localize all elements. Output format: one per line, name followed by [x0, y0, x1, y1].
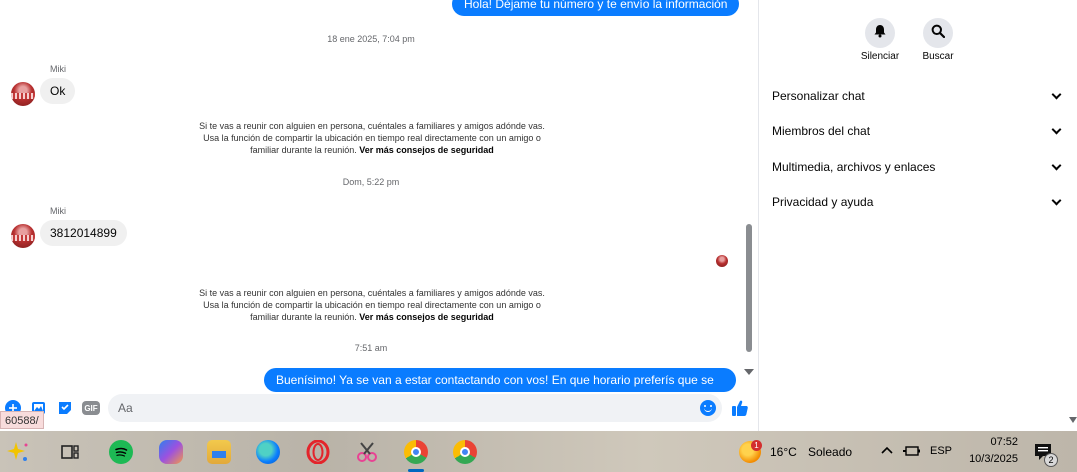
weather-description[interactable]: Soleado: [808, 445, 852, 459]
outgoing-message[interactable]: Buenísimo! Ya se van a estar contactando…: [264, 368, 736, 392]
opera-browser-icon[interactable]: [306, 440, 330, 464]
gif-icon[interactable]: GIF: [82, 401, 100, 415]
chat-scrollbar[interactable]: [742, 0, 756, 380]
chat-thread: Hola! Déjame tu número y te envío la inf…: [0, 0, 758, 431]
sender-name: Miki: [50, 64, 66, 74]
chevron-down-icon: [1051, 195, 1062, 205]
panel-scroll-down-arrow-icon[interactable]: [1069, 417, 1077, 423]
notification-count-badge: 2: [1044, 453, 1058, 467]
section-privacy-help[interactable]: Privacidad y ayuda: [772, 190, 1062, 214]
clock-date[interactable]: 10/3/2025: [958, 453, 1018, 465]
sticker-icon[interactable]: [57, 400, 73, 416]
scrollbar-thumb[interactable]: [746, 224, 752, 352]
language-indicator[interactable]: ESP: [930, 445, 952, 457]
incoming-message[interactable]: Ok: [40, 78, 76, 104]
search-label: Buscar: [922, 51, 954, 62]
clock-time[interactable]: 07:52: [968, 436, 1018, 448]
contact-avatar[interactable]: [11, 224, 35, 248]
message-timestamp: 7:51 am: [354, 343, 388, 353]
sender-name: Miki: [50, 206, 66, 216]
chevron-down-icon: [1051, 89, 1062, 99]
section-label: Personalizar chat: [772, 89, 865, 103]
weather-badge: 1: [751, 440, 762, 451]
snipping-tool-icon[interactable]: [355, 440, 379, 464]
outgoing-message[interactable]: Hola! Déjame tu número y te envío la inf…: [452, 0, 740, 16]
section-label: Privacidad y ayuda: [772, 195, 874, 209]
edge-browser-icon[interactable]: [256, 440, 280, 464]
chrome-profile-icon[interactable]: [404, 440, 428, 464]
section-customize-chat[interactable]: Personalizar chat: [772, 84, 1062, 108]
safety-tips-link[interactable]: Ver más consejos de seguridad: [359, 312, 494, 322]
message-timestamp: 18 ene 2025, 7:04 pm: [327, 34, 415, 44]
bell-icon: [873, 24, 887, 43]
section-label: Miembros del chat: [772, 124, 871, 138]
section-chat-members[interactable]: Miembros del chat: [772, 119, 1062, 143]
copilot-sparkle-icon[interactable]: [6, 440, 30, 464]
copilot-app-icon[interactable]: [159, 440, 183, 464]
section-label: Multimedia, archivos y enlaces: [772, 160, 936, 174]
message-composer: GIF: [0, 392, 758, 424]
emoji-icon[interactable]: [700, 400, 716, 416]
weather-temperature[interactable]: 16°C: [770, 445, 797, 459]
read-receipt-avatar: [716, 255, 728, 267]
file-explorer-icon[interactable]: [207, 440, 231, 464]
mute-label: Silenciar: [860, 51, 900, 62]
search-icon: [931, 24, 946, 43]
safety-notice: Si te vas a reunir con alguien en person…: [192, 120, 552, 156]
chevron-up-icon[interactable]: [879, 443, 895, 459]
thumbs-up-icon[interactable]: [731, 399, 749, 417]
message-input[interactable]: [108, 394, 722, 422]
safety-tips-link[interactable]: Ver más consejos de seguridad: [359, 145, 494, 155]
link-status-tooltip: 60588/: [0, 411, 44, 429]
task-view-icon[interactable]: [58, 440, 82, 464]
chevron-down-icon: [1051, 160, 1062, 170]
mute-button[interactable]: [865, 18, 895, 48]
battery-icon[interactable]: [903, 443, 921, 459]
windows-taskbar: 1 16°C Soleado ESP 07:52 10/3/2025 2: [0, 431, 1077, 472]
scroll-down-arrow-icon[interactable]: [744, 369, 754, 375]
chevron-down-icon: [1051, 124, 1062, 134]
incoming-message[interactable]: 3812014899: [40, 220, 127, 246]
section-media-files-links[interactable]: Multimedia, archivos y enlaces: [772, 155, 1062, 179]
search-button[interactable]: [923, 18, 953, 48]
safety-notice: Si te vas a reunir con alguien en person…: [192, 287, 552, 323]
spotify-icon[interactable]: [109, 440, 133, 464]
chat-details-panel: Silenciar Buscar Personalizar chat Miemb…: [759, 0, 1077, 431]
chrome-browser-icon[interactable]: [453, 440, 477, 464]
messenger-window: Hola! Déjame tu número y te envío la inf…: [0, 0, 1077, 472]
contact-avatar[interactable]: [11, 82, 35, 106]
message-timestamp: Dom, 5:22 pm: [342, 177, 400, 187]
